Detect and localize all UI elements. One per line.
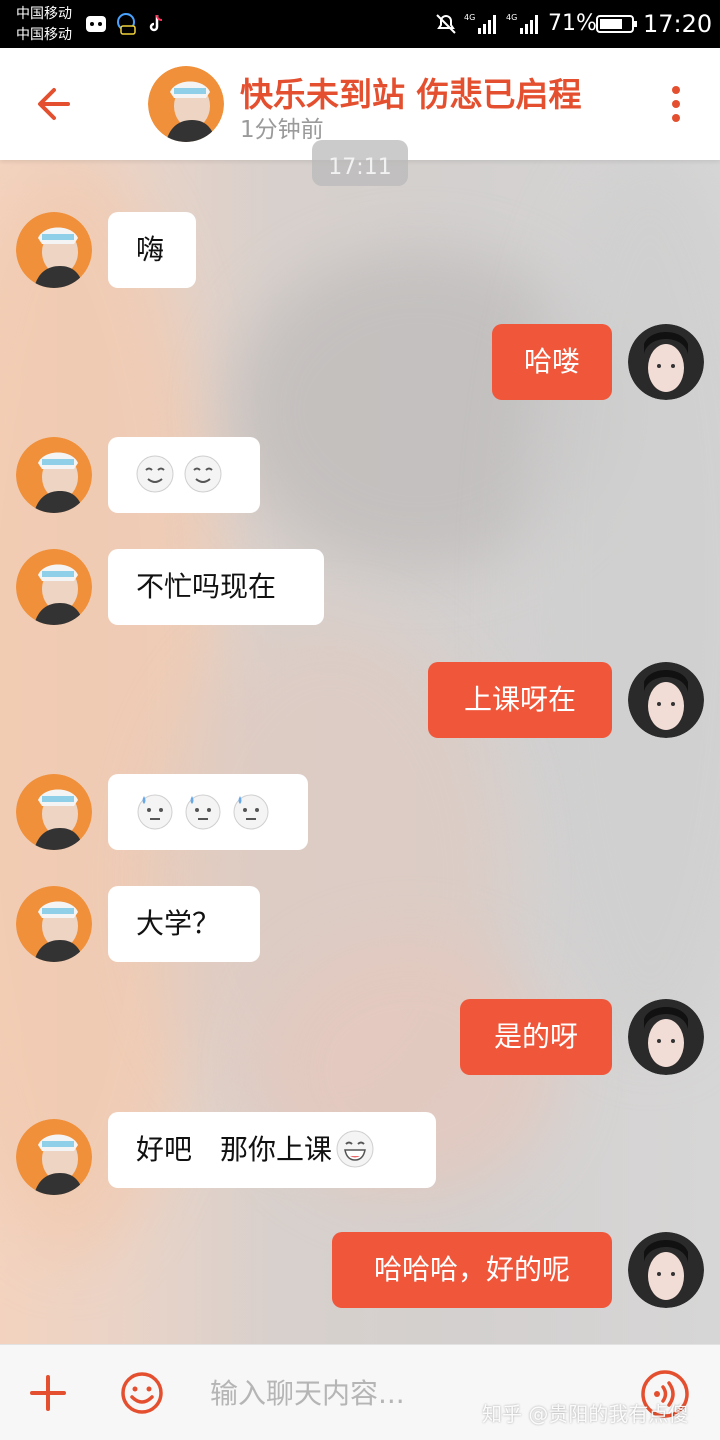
watermark-text: 知乎 @贵阳的我有点傻	[482, 1402, 689, 1426]
contact-avatar[interactable]	[16, 774, 92, 850]
message-text: 嗨	[136, 233, 165, 266]
emoji-icon[interactable]	[120, 1371, 164, 1415]
svg-text:4G: 4G	[464, 13, 475, 22]
tiktok-icon	[149, 14, 163, 32]
message-text: 上课呀在	[463, 683, 576, 716]
contact-avatar[interactable]	[16, 437, 92, 513]
message-timestamp: 17:11	[312, 140, 408, 186]
chat-screen: 中国移动 中国移动 4G 4G 71% 17:20 快乐未到站 伤悲已启程 1分…	[0, 0, 720, 1440]
contact-avatar[interactable]	[16, 212, 92, 288]
signal-4g-icon: 4G	[464, 13, 496, 34]
outgoing-message-bubble[interactable]: 哈喽	[492, 324, 612, 400]
grin-emoji-icon	[336, 1130, 374, 1168]
smile-emoji-icon	[136, 455, 174, 493]
incoming-message-bubble[interactable]: 嗨	[108, 212, 196, 288]
contact-avatar[interactable]	[16, 886, 92, 962]
incoming-message-bubble[interactable]: 不忙吗现在	[108, 549, 324, 625]
outgoing-message-bubble[interactable]: 哈哈哈，好的呢	[332, 1232, 612, 1308]
background-blur	[0, 160, 220, 1260]
contact-avatar[interactable]	[16, 549, 92, 625]
sweat-emoji-icon	[233, 794, 269, 830]
battery-icon	[596, 15, 637, 33]
message-text: 哈喽	[523, 345, 580, 378]
incoming-message-bubble[interactable]	[108, 774, 308, 850]
last-seen-status: 1分钟前	[240, 117, 324, 143]
message-text: 大学？	[136, 907, 221, 940]
user-avatar[interactable]	[628, 662, 704, 738]
app-notification-icon	[86, 16, 106, 32]
sweat-emoji-icon	[137, 794, 173, 830]
incoming-message-bubble[interactable]: 大学？	[108, 886, 260, 962]
chat-notification-icon	[117, 13, 136, 35]
more-options-icon[interactable]	[664, 84, 688, 124]
background-blur	[520, 150, 720, 1050]
outgoing-message-bubble[interactable]: 是的呀	[460, 999, 612, 1075]
user-avatar[interactable]	[628, 999, 704, 1075]
battery-percent: 71%	[548, 11, 597, 36]
status-time: 17:20	[643, 10, 713, 38]
contact-avatar[interactable]	[148, 66, 224, 142]
outgoing-message-bubble[interactable]: 上课呀在	[428, 662, 612, 738]
message-text: 好吧 那你上课	[136, 1133, 333, 1166]
plus-icon[interactable]	[28, 1373, 68, 1413]
message-text: 哈哈哈，好的呢	[373, 1253, 570, 1286]
user-avatar[interactable]	[628, 1232, 704, 1308]
message-input[interactable]	[208, 1367, 512, 1419]
svg-text:4G: 4G	[506, 13, 517, 22]
carrier-label: 中国移动	[16, 27, 72, 43]
mute-icon	[436, 14, 456, 34]
contact-name: 快乐未到站 伤悲已启程	[240, 75, 582, 114]
carrier-label: 中国移动	[16, 6, 72, 22]
smile-emoji-icon	[184, 455, 222, 493]
incoming-message-bubble[interactable]	[108, 437, 260, 513]
signal-4g-icon: 4G	[506, 13, 538, 34]
message-text: 是的呀	[493, 1020, 578, 1053]
sweat-emoji-icon	[185, 794, 221, 830]
user-avatar[interactable]	[628, 324, 704, 400]
back-arrow-icon[interactable]	[34, 84, 74, 124]
status-bar: 中国移动 中国移动 4G 4G 71% 17:20	[0, 0, 720, 48]
message-text: 不忙吗现在	[136, 570, 277, 603]
contact-avatar[interactable]	[16, 1119, 92, 1195]
incoming-message-bubble[interactable]: 好吧 那你上课	[108, 1112, 436, 1188]
